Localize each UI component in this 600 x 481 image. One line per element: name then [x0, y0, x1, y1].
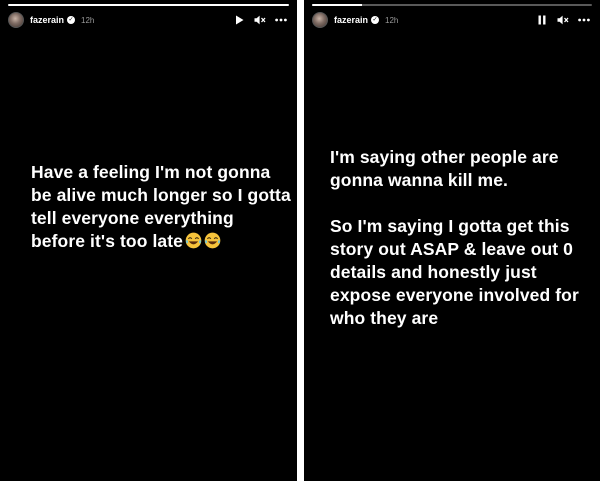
verified-badge-icon: ✓	[371, 16, 380, 24]
story-progress-bar	[312, 4, 592, 6]
story-text: I'm saying other people are gonna wanna …	[330, 146, 592, 330]
mute-icon[interactable]	[254, 14, 266, 26]
post-time: 12h	[385, 15, 399, 25]
story-text: Have a feeling I'm not gonna be alive mu…	[31, 161, 291, 255]
pause-icon[interactable]	[536, 14, 548, 26]
laughing-emoji-icon	[204, 232, 221, 255]
post-time: 12h	[81, 15, 95, 25]
story-controls	[233, 14, 287, 26]
avatar[interactable]	[8, 12, 24, 28]
play-icon[interactable]	[233, 14, 245, 26]
story-panel-left[interactable]: fazerain ✓ 12h Have a feeling I'm not go…	[0, 0, 297, 481]
avatar[interactable]	[312, 12, 328, 28]
more-icon[interactable]	[578, 14, 590, 26]
mute-icon[interactable]	[557, 14, 569, 26]
story-progress-fill	[8, 4, 289, 6]
story-progress-bar	[8, 4, 289, 6]
story-header: fazerain ✓ 12h	[312, 10, 590, 30]
story-text-content: Have a feeling I'm not gonna be alive mu…	[31, 162, 291, 251]
story-header: fazerain ✓ 12h	[8, 10, 287, 30]
story-panel-right[interactable]: fazerain ✓ 12h I'm saying other people a…	[304, 0, 600, 481]
story-controls	[536, 14, 590, 26]
story-progress-fill	[312, 4, 363, 6]
username[interactable]: fazerain	[334, 15, 368, 25]
laughing-emoji-icon	[185, 232, 202, 255]
story-paragraph: I'm saying other people are gonna wanna …	[330, 147, 559, 190]
story-paragraph: So I'm saying I gotta get this story out…	[330, 216, 579, 328]
more-icon[interactable]	[275, 14, 287, 26]
username[interactable]: fazerain	[30, 15, 64, 25]
verified-badge-icon: ✓	[67, 16, 76, 24]
